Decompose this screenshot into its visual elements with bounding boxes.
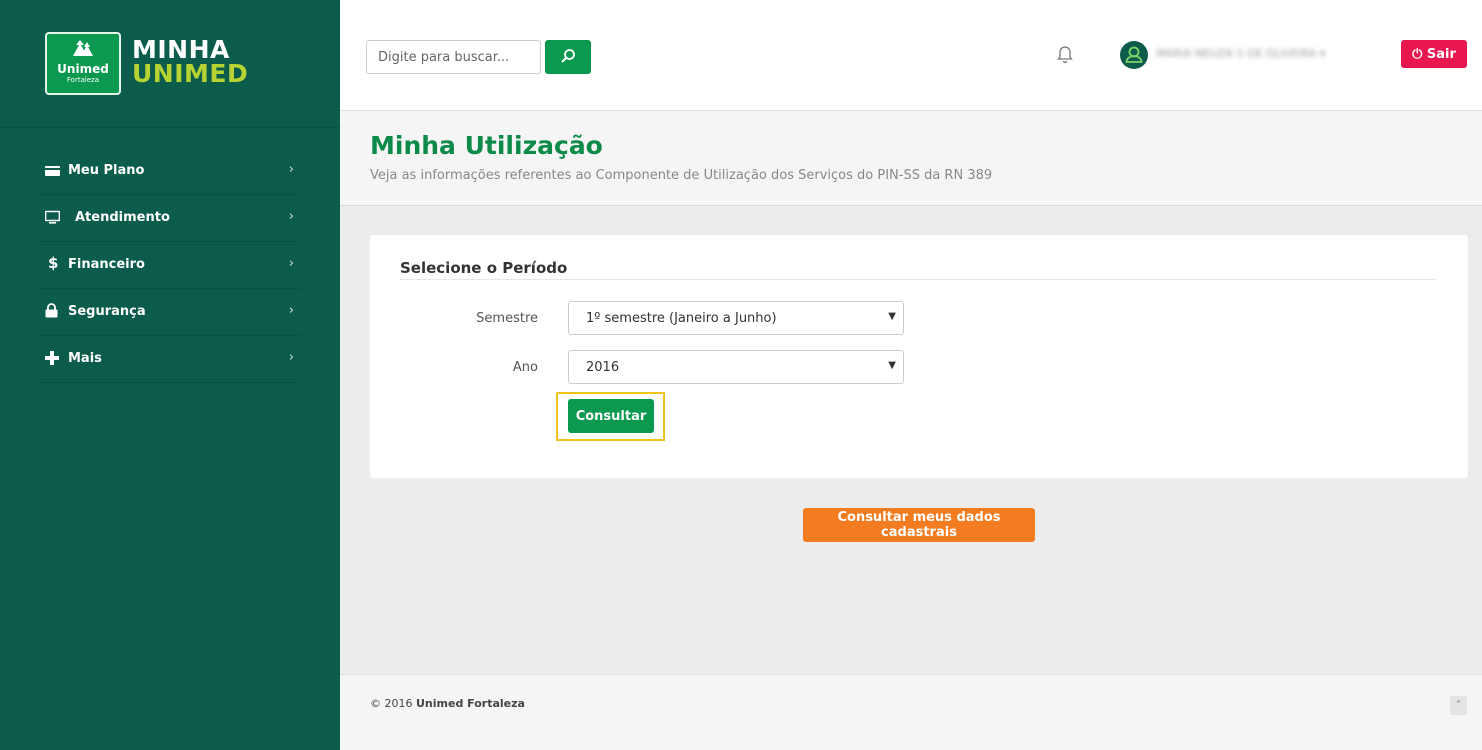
sidebar-item-label: Mais [68, 351, 102, 366]
scroll-to-top-button[interactable]: ˄ [1450, 696, 1467, 715]
chevron-down-icon: ▾ [1319, 47, 1326, 60]
chevron-right-icon: › [288, 256, 294, 271]
logout-label: Sair [1426, 46, 1456, 62]
logo-sub: Fortaleza [66, 76, 100, 84]
sidebar-item-financeiro[interactable]: $ Financeiro › [40, 242, 300, 289]
divider [400, 279, 1437, 280]
sidebar-nav: Meu Plano › Atendimento › $ Financeiro ›… [40, 148, 300, 383]
sidebar-item-label: Segurança [68, 304, 146, 319]
chevron-right-icon: › [288, 209, 294, 224]
logo-name: Unimed [57, 62, 109, 76]
page-title: Minha Utilização [370, 131, 603, 160]
top-header: MARIA NEUZA S DE OLIVEIRA ▾ ⏻ Sair [340, 0, 1482, 111]
unimed-logo[interactable]: Unimed Fortaleza [45, 32, 121, 95]
ano-value: 2016 [586, 360, 620, 375]
section-title: Selecione o Período [400, 259, 568, 277]
sidebar-item-seguranca[interactable]: Segurança › [40, 289, 300, 336]
search-input[interactable] [366, 40, 541, 74]
chevron-right-icon: › [288, 350, 294, 365]
consultar-button[interactable]: Consultar [568, 399, 654, 433]
page-header: Minha Utilização Veja as informações ref… [340, 111, 1482, 206]
consultar-dados-cadastrais-button[interactable]: Consultar meus dados cadastrais [803, 508, 1035, 542]
copyright: © 2016 [370, 697, 413, 710]
bell-icon[interactable] [1056, 44, 1074, 64]
unimed-tree-icon [47, 39, 119, 62]
ano-select[interactable]: 2016 ▼ [568, 350, 904, 384]
brand-title: MINHA UNIMED [132, 37, 249, 88]
user-menu[interactable]: MARIA NEUZA S DE OLIVEIRA ▾ [1156, 47, 1325, 60]
sidebar-item-mais[interactable]: Mais › [40, 336, 300, 383]
card-icon [45, 162, 61, 178]
footer-company: Unimed Fortaleza [416, 697, 525, 710]
lock-icon [45, 303, 61, 319]
page-subtitle: Veja as informações referentes ao Compon… [370, 168, 993, 183]
semestre-value: 1º semestre (Janeiro a Junho) [586, 311, 777, 326]
footer: © 2016 Unimed Fortaleza ˄ [340, 674, 1482, 750]
power-icon: ⏻ [1412, 46, 1423, 62]
sidebar-item-label: Meu Plano [68, 163, 145, 178]
caret-down-icon: ▼ [888, 360, 896, 371]
footer-text: © 2016 Unimed Fortaleza [370, 697, 525, 710]
brand-area: Unimed Fortaleza MINHA UNIMED [0, 0, 340, 128]
sidebar-item-meu-plano[interactable]: Meu Plano › [40, 148, 300, 195]
semestre-select[interactable]: 1º semestre (Janeiro a Junho) ▼ [568, 301, 904, 335]
avatar[interactable] [1120, 41, 1148, 69]
chevron-right-icon: › [288, 303, 294, 318]
chevron-right-icon: › [288, 162, 294, 177]
plus-icon [45, 350, 61, 366]
chevron-up-icon: ˄ [1456, 700, 1461, 711]
sidebar-item-label: Atendimento [75, 210, 170, 225]
logout-button[interactable]: ⏻ Sair [1401, 40, 1467, 68]
user-name: MARIA NEUZA S DE OLIVEIRA [1156, 47, 1317, 60]
monitor-icon [44, 209, 61, 225]
search-icon [560, 48, 576, 67]
dollar-icon: $ [48, 254, 59, 272]
period-form-card: Selecione o Período Semestre 1º semestre… [370, 235, 1468, 478]
sidebar: Unimed Fortaleza MINHA UNIMED Meu Plano … [0, 0, 340, 750]
caret-down-icon: ▼ [888, 311, 896, 322]
ano-label: Ano [512, 360, 538, 375]
search-button[interactable] [545, 40, 591, 74]
sidebar-item-label: Financeiro [68, 257, 145, 272]
brand-line2: UNIMED [132, 59, 249, 88]
semestre-label: Semestre [476, 311, 538, 326]
sidebar-item-atendimento[interactable]: Atendimento › [40, 195, 300, 242]
